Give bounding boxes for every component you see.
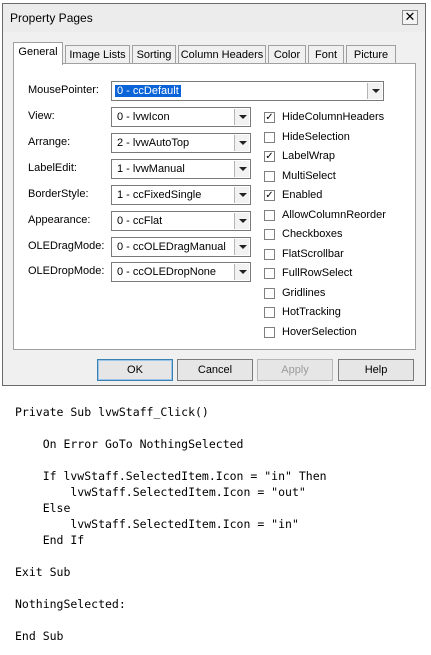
tab-sorting[interactable]: Sorting — [132, 45, 176, 64]
code-line: End Sub — [15, 629, 64, 643]
tab-font[interactable]: Font — [308, 45, 344, 64]
oledropmode-select[interactable]: 0 - ccOLEDropNone — [111, 262, 251, 282]
view-label: View: — [28, 110, 55, 122]
chevron-down-icon[interactable] — [234, 213, 249, 229]
chevron-down-icon[interactable] — [234, 264, 249, 280]
checkbox-box[interactable]: ✓ — [264, 151, 275, 162]
borderstyle-value: 1 - ccFixedSingle — [117, 189, 202, 201]
code-line: Exit Sub — [15, 565, 71, 579]
checkbox-label: AllowColumnReorder — [282, 209, 386, 221]
chevron-down-icon[interactable] — [234, 135, 249, 151]
checkbox-box[interactable]: ✓ — [264, 190, 275, 201]
checkbox-box[interactable] — [264, 268, 275, 279]
checkbox-box[interactable] — [264, 327, 275, 338]
checkbox-label: FullRowSelect — [282, 267, 353, 279]
checkbox-box[interactable] — [264, 288, 275, 299]
appearance-value: 0 - ccFlat — [117, 215, 163, 227]
chevron-down-icon[interactable] — [367, 83, 382, 99]
tab-general[interactable]: General — [13, 42, 63, 65]
checkbox-box[interactable] — [264, 210, 275, 221]
arrange-select[interactable]: 2 - lvwAutoTop — [111, 133, 251, 153]
code-line: End If — [15, 533, 85, 547]
code-line: Private Sub lvwStaff_Click() — [15, 405, 209, 419]
labeledit-select[interactable]: 1 - lvwManual — [111, 159, 251, 179]
oledragmode-value: 0 - ccOLEDragManual — [117, 241, 226, 253]
close-button[interactable]: ✕ — [402, 10, 418, 25]
tab-image-lists[interactable]: Image Lists — [65, 45, 130, 64]
checkbox-box[interactable]: ✓ — [264, 112, 275, 123]
title-bar[interactable]: Property Pages ✕ — [3, 4, 425, 32]
checkbox-label: HoverSelection — [282, 326, 357, 338]
help-button[interactable]: Help — [338, 359, 414, 381]
oledragmode-label: OLEDragMode: — [28, 240, 105, 252]
tab-column-headers[interactable]: Column Headers — [178, 45, 266, 64]
appearance-select[interactable]: 0 - ccFlat — [111, 211, 251, 231]
checkbox-label: LabelWrap — [282, 150, 335, 162]
arrange-value: 2 - lvwAutoTop — [117, 137, 190, 149]
checkbox-box[interactable] — [264, 249, 275, 260]
apply-button[interactable]: Apply — [257, 359, 333, 381]
chevron-down-icon[interactable] — [234, 109, 249, 125]
chevron-down-icon[interactable] — [234, 187, 249, 203]
view-value: 0 - lvwIcon — [117, 111, 170, 123]
general-tab-panel: MousePointer: 0 - ccDefault View: 0 - lv… — [13, 63, 416, 350]
mousepointer-select[interactable]: 0 - ccDefault — [111, 81, 384, 101]
ok-button[interactable]: OK — [97, 359, 173, 381]
cancel-button[interactable]: Cancel — [177, 359, 253, 381]
appearance-label: Appearance: — [28, 214, 91, 226]
checkbox-box[interactable] — [264, 132, 275, 143]
checkbox-box[interactable] — [264, 171, 275, 182]
mousepointer-value: 0 - ccDefault — [115, 85, 181, 97]
checkbox-label: FlatScrollbar — [282, 248, 344, 260]
code-line: lvwStaff.SelectedItem.Icon = "out" — [15, 485, 306, 499]
code-line: lvwStaff.SelectedItem.Icon = "in" — [15, 517, 299, 531]
mousepointer-label: MousePointer: — [28, 84, 99, 96]
checkbox-label: HotTracking — [282, 306, 341, 318]
oledropmode-value: 0 - ccOLEDropNone — [117, 266, 217, 278]
checkbox-label: Gridlines — [282, 287, 326, 299]
labeledit-label: LabelEdit: — [28, 162, 77, 174]
tab-color[interactable]: Color — [268, 45, 306, 64]
checkbox-box[interactable] — [264, 229, 275, 240]
checkbox-label: HideColumnHeaders — [282, 111, 385, 123]
tab-strip: General Image Lists Sorting Column Heade… — [13, 42, 417, 65]
property-pages-dialog: Property Pages ✕ General Image Lists Sor… — [2, 3, 426, 386]
checkbox-label: Checkboxes — [282, 228, 343, 240]
borderstyle-select[interactable]: 1 - ccFixedSingle — [111, 185, 251, 205]
labeledit-value: 1 - lvwManual — [117, 163, 185, 175]
checkbox-label: MultiSelect — [282, 170, 336, 182]
view-select[interactable]: 0 - lvwIcon — [111, 107, 251, 127]
oledropmode-label: OLEDropMode: — [28, 265, 105, 277]
checkbox-label: HideSelection — [282, 131, 350, 143]
close-icon: ✕ — [404, 9, 416, 24]
checkbox-box[interactable] — [264, 307, 275, 318]
code-line: Else — [15, 501, 71, 515]
code-line: If lvwStaff.SelectedItem.Icon = "in" The… — [15, 469, 327, 483]
code-line: On Error GoTo NothingSelected — [15, 437, 244, 451]
checkbox-label: Enabled — [282, 189, 323, 201]
dialog-title: Property Pages — [10, 11, 93, 25]
tab-picture[interactable]: Picture — [346, 45, 396, 64]
code-line: NothingSelected: — [15, 597, 126, 611]
arrange-label: Arrange: — [28, 136, 71, 148]
chevron-down-icon[interactable] — [234, 161, 249, 177]
chevron-down-icon[interactable] — [234, 239, 249, 255]
oledragmode-select[interactable]: 0 - ccOLEDragManual — [111, 237, 251, 257]
borderstyle-label: BorderStyle: — [28, 188, 89, 200]
